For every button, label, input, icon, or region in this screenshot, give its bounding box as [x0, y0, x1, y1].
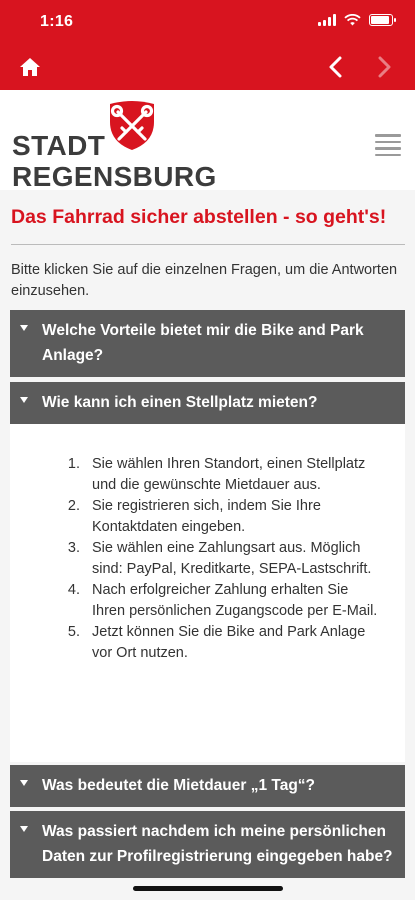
home-icon[interactable]: [18, 56, 42, 78]
faq-answer-2: Sie wählen Ihren Standort, einen Stellpl…: [10, 424, 405, 762]
faq-question-text: Was bedeutet die Mietdauer „1 Tag“?: [42, 777, 316, 794]
faq-question-text: Welche Vorteile bietet mir die Bike and …: [42, 322, 364, 364]
faq-question-4[interactable]: Was passiert nachdem ich meine persönlic…: [10, 811, 405, 878]
answer-steps-list: Sie wählen Ihren Standort, einen Stellpl…: [84, 454, 385, 664]
faq-question-3[interactable]: Was bedeutet die Mietdauer „1 Tag“?: [10, 765, 405, 807]
wifi-icon: [344, 14, 361, 26]
triangle-down-icon: [20, 780, 28, 786]
answer-step: Sie wählen eine Zahlungsart aus. Möglich…: [84, 538, 385, 580]
answer-step: Jetzt können Sie die Bike and Park Anlag…: [84, 622, 385, 664]
intro-text: Bitte klicken Sie auf die einzelnen Frag…: [11, 262, 398, 299]
answer-step: Nach erfolgreicher Zahlung erhalten Sie …: [84, 580, 385, 622]
status-bar: 1:16: [0, 0, 415, 44]
faq-question-2[interactable]: Wie kann ich einen Stellplatz mieten?: [10, 382, 405, 424]
faq-question-text: Was passiert nachdem ich meine persönlic…: [42, 823, 393, 865]
cellular-signal-icon: [318, 14, 336, 26]
answer-step: Sie registrieren sich, indem Sie Ihre Ko…: [84, 496, 385, 538]
triangle-down-icon: [20, 397, 28, 403]
hamburger-menu-icon[interactable]: [375, 134, 401, 156]
main-content: Das Fahrrad sicher abstellen - so geht's…: [0, 190, 415, 900]
triangle-down-icon: [20, 325, 28, 331]
status-icons: [318, 14, 396, 26]
battery-icon: [369, 14, 396, 26]
chevron-left-icon[interactable]: [324, 54, 348, 80]
faq-question-1[interactable]: Welche Vorteile bietet mir die Bike and …: [10, 310, 405, 377]
faq-question-text: Wie kann ich einen Stellplatz mieten?: [42, 394, 318, 411]
title-divider: [11, 244, 405, 245]
site-header: STADT REGENSBURG: [0, 90, 415, 192]
triangle-down-icon: [20, 826, 28, 832]
answer-step: Sie wählen Ihren Standort, einen Stellpl…: [84, 454, 385, 496]
status-time: 1:16: [40, 13, 74, 30]
crossed-keys-crest-icon: [110, 101, 154, 150]
logo-line-regensburg: REGENSBURG: [12, 161, 217, 192]
page-title: Das Fahrrad sicher abstellen - so geht's…: [11, 206, 387, 228]
chevron-right-icon[interactable]: [372, 54, 396, 80]
home-indicator[interactable]: [133, 886, 283, 891]
nav-bar: [0, 44, 415, 90]
